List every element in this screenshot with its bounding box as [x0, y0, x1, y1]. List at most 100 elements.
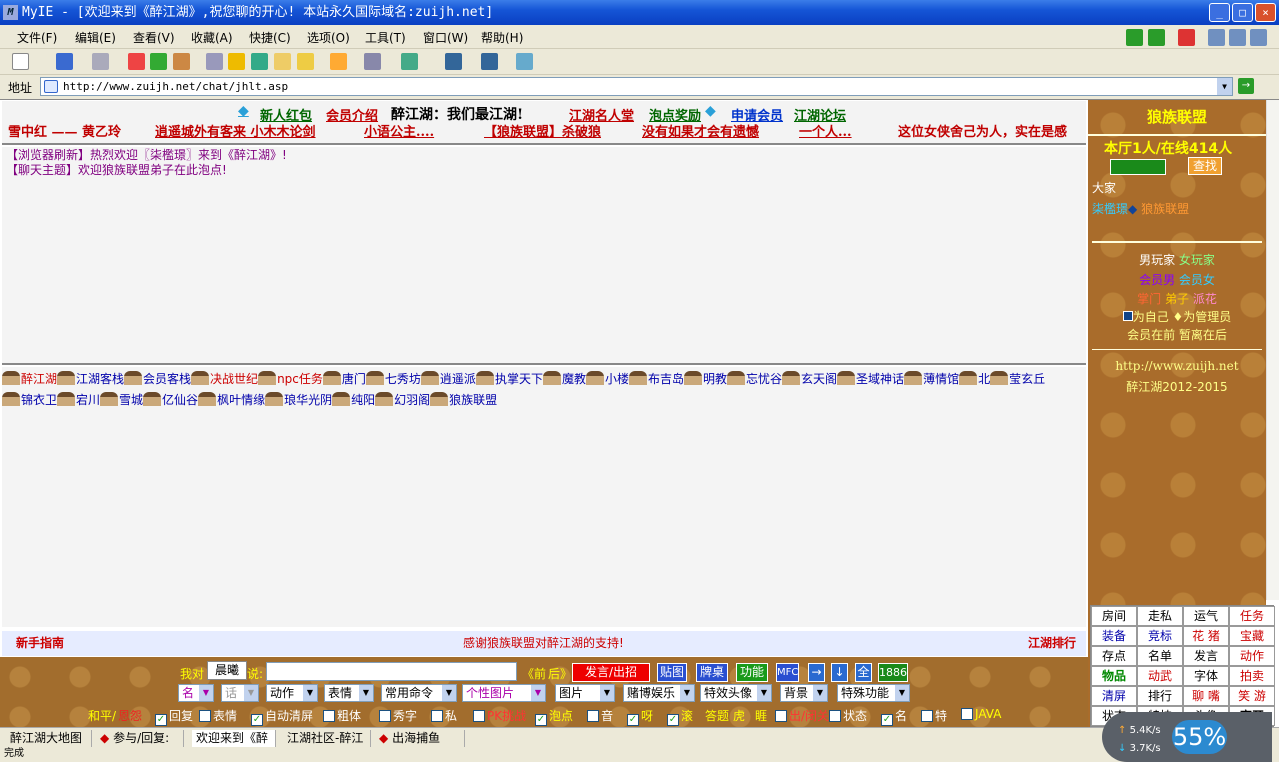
tab-reply[interactable]: ◆ 参与/回复: [96, 730, 184, 747]
command-select[interactable]: 常用命令 ▼ [381, 684, 457, 702]
marquee-item-2[interactable]: 逍遥城外有客来 小木木论剑 [155, 121, 316, 140]
maximize-button[interactable]: □ [1232, 3, 1253, 22]
special-function-select[interactable]: 特殊功能 ▼ [837, 684, 910, 702]
mfc-button[interactable]: MFC [776, 663, 799, 682]
notes-icon[interactable] [297, 53, 314, 70]
scrollbar[interactable] [1266, 100, 1279, 600]
option-checkbox[interactable]: 特 [921, 707, 947, 724]
option-checkbox[interactable]: PK挑战 [473, 707, 526, 724]
search-icon[interactable] [206, 53, 223, 70]
custom-image-select[interactable]: 个性图片 ▼ [462, 684, 546, 702]
grid-button[interactable]: 存点 [1091, 646, 1137, 666]
marquee-item-1[interactable]: 雪中红 —— 黄乙玲 [8, 121, 121, 140]
tab-map[interactable]: 醉江湖大地图 [6, 730, 92, 747]
marquee-item-7[interactable]: 这位女侠舍己为人，实在是感 [898, 121, 1067, 140]
grudge-label[interactable]: 恩怨 [118, 707, 142, 724]
tab-community[interactable]: 江湖社区-醉江 [283, 730, 371, 747]
room-link[interactable]: 薄情馆 [904, 369, 959, 390]
option-checkbox[interactable]: ✓ 呀 [627, 707, 653, 726]
folder-icon[interactable] [274, 53, 291, 70]
room-link[interactable]: 决战世纪 [191, 369, 258, 390]
new-page-icon[interactable] [12, 53, 29, 70]
grid-button[interactable]: 排行 [1137, 686, 1183, 706]
room-link[interactable]: 宕川 [57, 390, 100, 411]
menu-shortcuts[interactable]: 快捷(C) [249, 29, 291, 46]
everyone-link[interactable]: 大家 [1092, 179, 1116, 196]
menu-options[interactable]: 选项(O) [307, 29, 350, 46]
undo-icon[interactable] [445, 53, 462, 70]
grid-button[interactable]: 拍卖 [1229, 666, 1275, 686]
message-input[interactable] [266, 662, 517, 681]
menu-file[interactable]: 文件(F) [17, 29, 57, 46]
room-link[interactable]: 唐门 [322, 369, 366, 390]
settings-icon[interactable] [516, 53, 533, 70]
page-icon[interactable] [330, 53, 347, 70]
address-input[interactable]: http://www.zuijh.net/chat/jhlt.asp ▼ [40, 77, 1233, 96]
home-icon[interactable] [173, 53, 190, 70]
room-link[interactable]: 纯阳 [332, 390, 375, 411]
option-checkbox[interactable]: 虎 [733, 707, 745, 724]
history-icon[interactable] [251, 53, 268, 70]
back-green-icon[interactable] [1126, 29, 1143, 46]
option-checkbox[interactable]: 状态 [829, 707, 867, 724]
room-link[interactable]: 小楼 [585, 369, 629, 390]
option-checkbox[interactable]: ✓ 回复 [155, 707, 193, 726]
grid-button[interactable]: 宝藏 [1229, 626, 1275, 646]
tab-welcome[interactable]: 欢迎来到《醉 [192, 730, 276, 747]
close-button[interactable]: × [1255, 3, 1276, 22]
room-link[interactable]: 明教 [684, 369, 727, 390]
close-tab-icon[interactable] [1178, 29, 1195, 46]
grid-button[interactable]: 动作 [1229, 646, 1275, 666]
marquee-item-4[interactable]: 【狼族联盟】杀破狼 [484, 121, 601, 140]
forward-icon[interactable] [92, 53, 109, 70]
grid-button[interactable]: 任务 [1229, 606, 1275, 626]
grid-button[interactable]: 运气 [1183, 606, 1229, 626]
target-select[interactable]: 晨曦 [207, 661, 247, 680]
emotion-select[interactable]: 表情 ▼ [324, 684, 374, 702]
room-link[interactable]: 锦衣卫 [2, 390, 57, 411]
option-checkbox[interactable]: ✓ 泡点 [535, 707, 573, 726]
speech-select[interactable]: 话 ▼ [221, 684, 259, 702]
address-dropdown-icon[interactable]: ▼ [1217, 78, 1232, 95]
room-link[interactable]: 布吉岛 [628, 369, 684, 390]
grid-button[interactable]: 字体 [1183, 666, 1229, 686]
arrow-down-button[interactable]: ↓ [831, 663, 848, 682]
room-link[interactable]: 逍遥派 [420, 369, 476, 390]
room-link[interactable]: 七秀坊 [365, 369, 421, 390]
function-button[interactable]: 功能 [736, 663, 768, 682]
marquee-item-5[interactable]: 没有如果才会有遗憾 [642, 121, 759, 140]
marquee-item-3[interactable]: 小语公主.... [364, 121, 434, 140]
option-checkbox[interactable]: 粗体 [323, 707, 361, 724]
option-checkbox[interactable]: ✓ 名 [881, 707, 907, 726]
marquee-item-6[interactable]: 一个人... [799, 121, 852, 140]
front-label[interactable]: 《前 [522, 665, 546, 682]
room-link[interactable]: 醉江湖 [2, 369, 57, 390]
grid-button[interactable]: 装备 [1091, 626, 1137, 646]
room-link[interactable]: 圣域神话 [837, 369, 904, 390]
send-button[interactable]: 发言/出招 [572, 663, 650, 682]
room-link[interactable]: 玄天阁 [782, 369, 837, 390]
newbie-guide-link[interactable]: 新手指南 [16, 631, 64, 656]
option-checkbox[interactable]: 音 [587, 707, 613, 724]
menu-tools[interactable]: 工具(T) [365, 29, 406, 46]
grid-button[interactable]: 笑 游 [1229, 686, 1275, 706]
post-image-button[interactable]: 贴图 [657, 663, 687, 682]
option-checkbox[interactable]: 睚 [755, 707, 767, 724]
room-link[interactable]: 魔教 [542, 369, 586, 390]
count-button[interactable]: 1886 [878, 663, 908, 682]
tab-fishing[interactable]: ◆ 出海捕鱼 [375, 730, 465, 747]
ranking-link[interactable]: 江湖排行 [1028, 631, 1076, 656]
room-link[interactable]: 执掌天下 [475, 369, 543, 390]
name-select[interactable]: 名 ▼ [178, 684, 214, 702]
mdi-minimize-icon[interactable] [1208, 29, 1225, 46]
save-icon[interactable] [481, 53, 498, 70]
option-checkbox[interactable]: 出/闭关 [775, 707, 829, 724]
go-button[interactable]: → [1238, 78, 1254, 94]
grid-button[interactable]: 花 猪 [1183, 626, 1229, 646]
grid-button[interactable]: 竞标 [1137, 626, 1183, 646]
grid-button[interactable]: 发言 [1183, 646, 1229, 666]
menu-help[interactable]: 帮助(H) [481, 29, 523, 46]
mdi-restore-icon[interactable] [1229, 29, 1246, 46]
room-link[interactable]: 亿仙谷 [143, 390, 198, 411]
search-button[interactable]: 查找 [1188, 157, 1222, 175]
